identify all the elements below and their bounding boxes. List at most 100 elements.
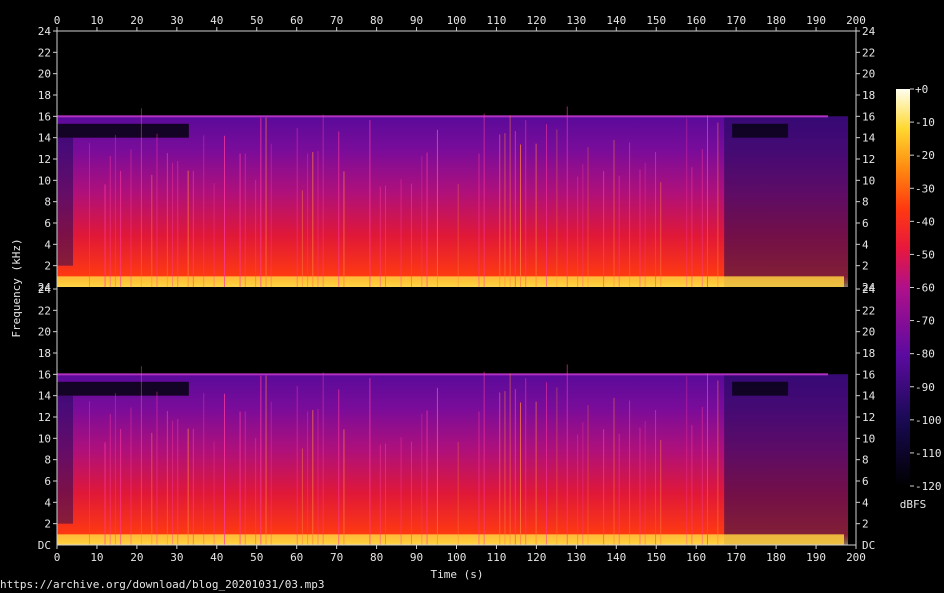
transient-streak xyxy=(312,152,314,287)
x-tick-label-bottom: 120 xyxy=(526,551,546,564)
y-tick-label-left: 18 xyxy=(38,89,51,102)
x-tick-label-top: 40 xyxy=(210,14,223,27)
x-tick-label-top: 150 xyxy=(646,14,666,27)
transient-streak xyxy=(317,408,319,545)
transient-streak xyxy=(587,405,589,545)
x-tick-label-bottom: 20 xyxy=(130,551,143,564)
notch-band xyxy=(57,123,189,138)
x-tick-label-bottom: 160 xyxy=(686,551,706,564)
notch-band xyxy=(732,123,789,138)
transient-streak xyxy=(384,185,386,287)
transient-streak xyxy=(582,422,584,545)
x-tick-label-top: 90 xyxy=(410,14,423,27)
y-tick-label-right: 12 xyxy=(862,411,875,424)
y-tick-label-right: 8 xyxy=(862,454,869,467)
transient-streak xyxy=(130,149,132,287)
y-tick-label-left: 12 xyxy=(38,153,51,166)
transient-streak xyxy=(410,183,412,287)
transient-streak xyxy=(255,437,257,545)
colorbar-tick-label: -100 xyxy=(915,414,942,427)
transient-streak xyxy=(255,179,257,287)
x-tick-label-top: 130 xyxy=(566,14,586,27)
transient-streak xyxy=(109,413,111,545)
transient-streak xyxy=(88,143,90,287)
y-tick-label-right: 10 xyxy=(862,432,875,445)
x-tick-label-bottom: 100 xyxy=(447,551,467,564)
transient-streak xyxy=(514,131,516,287)
colorbar-tick-label: -30 xyxy=(915,182,935,195)
transient-streak xyxy=(504,133,506,287)
x-tick-label-bottom: 70 xyxy=(330,551,343,564)
spectrogram-chart: 0 0 10 10 20 20 30 30 40 40 50 50 60 60 70 70 80 80 90 90 10… xyxy=(10,14,942,581)
transient-streak xyxy=(343,171,345,287)
transient-streak xyxy=(504,391,506,545)
y-tick-label-left: 22 xyxy=(38,46,51,59)
transient-streak xyxy=(644,162,646,287)
transient-streak xyxy=(520,144,522,287)
y-tick-label-left: 4 xyxy=(44,496,51,509)
transient-streak xyxy=(109,155,111,287)
x-tick-label-top: 80 xyxy=(370,14,383,27)
cutoff-line xyxy=(57,373,829,376)
y-tick-label-left: 24 xyxy=(38,283,52,296)
colorbar-tick-label: -80 xyxy=(915,348,935,361)
transient-streak xyxy=(343,429,345,545)
y-tick-label-right: 2 xyxy=(862,260,869,273)
transient-streak xyxy=(577,434,579,545)
transient-streak xyxy=(639,427,641,545)
intro-fade xyxy=(57,137,73,266)
transient-streak xyxy=(535,143,537,287)
y-tick-label-left: 2 xyxy=(44,518,51,531)
transient-streak xyxy=(213,441,215,545)
x-tick-label-top: 70 xyxy=(330,14,343,27)
y-tick-label-right: 14 xyxy=(862,132,876,145)
y-tick-label-left: 14 xyxy=(38,132,52,145)
transient-streak xyxy=(223,135,225,287)
y-tick-label-left: DC xyxy=(38,539,51,552)
colorbar-tick-label: -110 xyxy=(915,447,942,460)
transient-streak xyxy=(317,150,319,287)
transient-streak xyxy=(499,134,501,287)
transient-streak xyxy=(577,176,579,287)
x-axis-label: Time (s) xyxy=(431,568,484,581)
transient-streak xyxy=(603,171,605,287)
transient-streak xyxy=(514,389,516,545)
x-tick-label-bottom: 180 xyxy=(766,551,786,564)
transient-streak xyxy=(483,371,485,545)
transient-streak xyxy=(166,152,168,287)
transient-streak xyxy=(618,175,620,287)
transient-streak xyxy=(270,401,272,545)
transient-streak xyxy=(639,169,641,287)
transient-streak xyxy=(717,122,719,288)
channel-panel xyxy=(57,106,849,288)
y-tick-label-right: 12 xyxy=(862,153,875,166)
transient-streak xyxy=(436,129,438,287)
x-tick-label-top: 60 xyxy=(290,14,303,27)
y-tick-label-left: 16 xyxy=(38,110,51,123)
transient-streak xyxy=(717,380,719,545)
y-tick-label-right: 16 xyxy=(862,110,875,123)
y-tick-label-right: 18 xyxy=(862,347,875,360)
spectrogram-panels xyxy=(57,106,849,545)
transient-streak xyxy=(644,420,646,545)
transient-streak xyxy=(379,444,381,545)
transient-streak xyxy=(172,420,174,545)
x-tick-label-top: 140 xyxy=(606,14,626,27)
channel-panel xyxy=(57,364,849,545)
transient-streak xyxy=(192,428,194,545)
transient-streak xyxy=(338,131,340,287)
y-tick-label-right: 10 xyxy=(862,174,875,187)
transient-streak xyxy=(151,174,153,287)
transient-streak xyxy=(660,440,662,545)
transient-streak xyxy=(156,391,158,545)
transient-streak xyxy=(301,190,303,287)
transient-streak xyxy=(213,183,215,287)
low-band xyxy=(57,276,845,287)
notch-band xyxy=(57,381,189,396)
transient-streak xyxy=(140,366,142,545)
colorbar-tick-label: -50 xyxy=(915,248,935,261)
transient-streak xyxy=(120,428,122,545)
transient-streak xyxy=(400,437,402,545)
transient-streak xyxy=(322,114,324,287)
transient-streak xyxy=(629,142,631,287)
